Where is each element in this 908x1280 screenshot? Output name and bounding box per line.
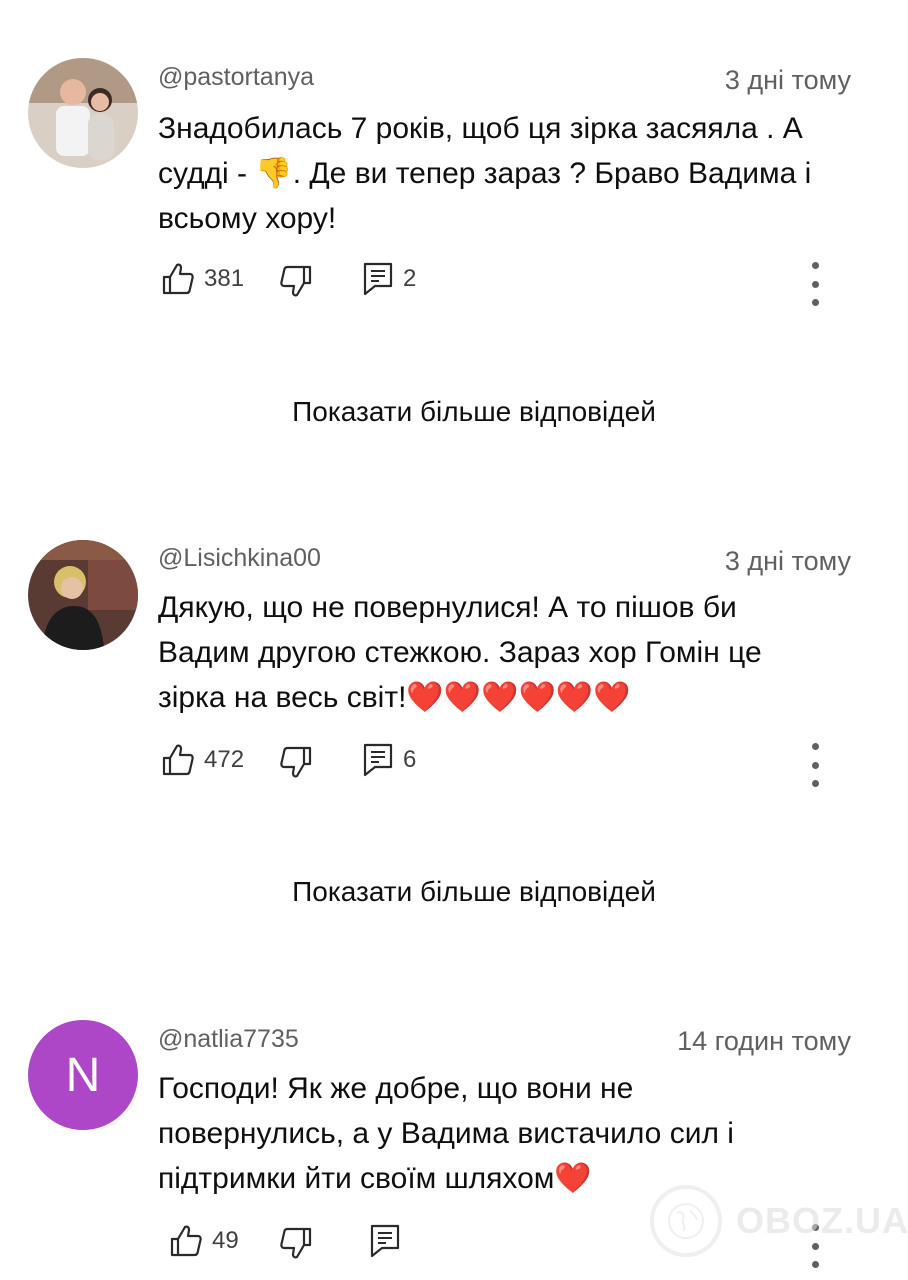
like-count: 472 bbox=[204, 746, 245, 773]
reply-comment-icon bbox=[363, 743, 393, 777]
thumb-down-icon bbox=[280, 265, 312, 297]
comment-author[interactable]: @Lisichkina00 bbox=[158, 544, 321, 573]
comment-line: Знадобилась 7 років, щоб ця зірка засяял… bbox=[158, 112, 803, 145]
more-vertical-icon bbox=[811, 761, 819, 769]
thumb-up-icon bbox=[170, 1225, 202, 1257]
dislike-button[interactable] bbox=[280, 1226, 312, 1260]
comment-text: Знадобилась 7 років, щоб ця зірка засяял… bbox=[158, 106, 858, 241]
thumb-up-icon bbox=[162, 263, 194, 295]
like-button[interactable]: 49 bbox=[170, 1224, 239, 1258]
like-count: 49 bbox=[212, 1227, 239, 1254]
comment-line: Вадим другою стежкою. Зараз хор Гомін це bbox=[158, 636, 762, 669]
comment-line: всьому хору! bbox=[158, 202, 337, 235]
more-vertical-icon bbox=[811, 780, 819, 787]
like-count: 381 bbox=[204, 265, 245, 292]
more-vertical-icon bbox=[811, 743, 819, 750]
more-vertical-icon bbox=[811, 299, 819, 306]
more-options-button[interactable] bbox=[800, 743, 830, 787]
thumb-up-icon bbox=[162, 744, 194, 776]
thumb-down-icon bbox=[280, 746, 312, 778]
avatar-photo-icon bbox=[28, 58, 138, 168]
like-button[interactable]: 381 bbox=[162, 262, 244, 296]
comment-text: Господи! Як же добре, що вони не поверну… bbox=[158, 1066, 858, 1201]
comment-text: Дякую, що не повернулися! А то пішов би … bbox=[158, 585, 858, 720]
show-more-replies-button[interactable]: Показати більше відповідей bbox=[0, 396, 908, 428]
reply-button[interactable] bbox=[370, 1224, 400, 1258]
reply-count: 2 bbox=[403, 265, 417, 292]
comment-author[interactable]: @pastortanya bbox=[158, 63, 314, 92]
watermark-text: OBOZ.UA bbox=[736, 1200, 908, 1241]
reply-button[interactable]: 6 bbox=[363, 743, 416, 777]
comment-line: повернулись, а у Вадима вистачило сил і bbox=[158, 1117, 734, 1150]
show-more-replies-button[interactable]: Показати більше відповідей bbox=[0, 876, 908, 908]
comment-time: 3 дні тому bbox=[724, 65, 851, 95]
comment-author[interactable]: @natlia7735 bbox=[158, 1025, 299, 1054]
watermark: OBOZ.UA bbox=[650, 1185, 908, 1257]
comment-time: 3 дні тому bbox=[724, 546, 851, 576]
dislike-button[interactable] bbox=[280, 264, 312, 298]
comment-line: Дякую, що не повернулися! А то пішов би bbox=[158, 591, 737, 624]
more-vertical-icon bbox=[811, 262, 819, 269]
comment-line: зірка на весь світ!❤️❤️❤️❤️❤️❤️ bbox=[158, 681, 631, 714]
more-vertical-icon bbox=[811, 1261, 819, 1268]
avatar[interactable] bbox=[28, 540, 138, 650]
globe-icon bbox=[650, 1185, 722, 1257]
reply-button[interactable]: 2 bbox=[363, 262, 416, 296]
more-options-button[interactable] bbox=[800, 262, 830, 306]
more-vertical-icon bbox=[811, 280, 819, 288]
comment-actions: 381 2 bbox=[0, 262, 908, 306]
reply-count: 6 bbox=[403, 746, 417, 773]
comment-time: 14 годин тому bbox=[677, 1026, 851, 1056]
avatar-photo-icon bbox=[28, 540, 138, 650]
like-button[interactable]: 472 bbox=[162, 743, 244, 777]
comment-actions: 472 6 bbox=[0, 743, 908, 787]
dislike-button[interactable] bbox=[280, 745, 312, 779]
reply-comment-icon bbox=[363, 262, 393, 296]
comment-line: Господи! Як же добре, що вони не bbox=[158, 1072, 634, 1105]
avatar[interactable]: N bbox=[28, 1020, 138, 1130]
reply-comment-icon bbox=[370, 1224, 400, 1258]
avatar[interactable] bbox=[28, 58, 138, 168]
thumb-down-icon bbox=[280, 1227, 312, 1259]
comment-line: судді - 👎. Де ви тепер зараз ? Браво Вад… bbox=[158, 157, 812, 190]
